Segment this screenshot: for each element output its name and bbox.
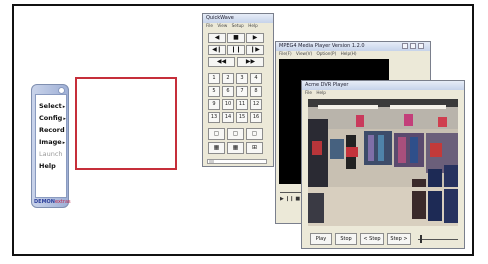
layout-single-3-button[interactable]: ▢ [246, 128, 263, 140]
camera-3-button[interactable]: 3 [236, 73, 248, 84]
camera-1-button[interactable]: 1 [208, 73, 220, 84]
stop-button[interactable]: ■ [227, 33, 245, 43]
layout-grid-16-button[interactable]: ⊞ [246, 142, 263, 154]
menu-view[interactable]: View(V) [296, 51, 312, 56]
camera-14-button[interactable]: 14 [222, 112, 234, 123]
fast-rewind-button[interactable]: ◀◀ [208, 57, 235, 67]
acme-menubar: File Help [302, 90, 464, 96]
mpeg4-menubar: File(F) View(V) Option(P) Help(H) [276, 51, 430, 57]
camera-8-button[interactable]: 8 [250, 86, 262, 97]
seek-slider[interactable] [418, 239, 458, 240]
camera-2-button[interactable]: 2 [222, 73, 234, 84]
stop-button[interactable]: Stop [335, 233, 357, 245]
seek-slider-knob[interactable] [420, 235, 422, 243]
drop-target-area [75, 77, 177, 170]
rewind-button[interactable]: ◀ [208, 33, 226, 43]
acme-titlebar[interactable]: Acme DVR Player [302, 81, 464, 90]
menu-select[interactable]: Select▸ [39, 102, 65, 110]
quickwave-window: QuickWave File View Setup Help ◀ ■ ▶ ◀❙ … [202, 13, 274, 167]
menu-view[interactable]: View [217, 23, 227, 28]
menu-help[interactable]: Help [316, 90, 326, 95]
brand-logo: DEMONextras [34, 199, 71, 205]
submenu-arrow-icon: ▸ [62, 140, 66, 146]
menu-record[interactable]: Record [39, 126, 65, 134]
maximize-icon[interactable] [410, 43, 416, 49]
quickwave-scrollbar[interactable] [207, 159, 267, 164]
launcher-grip-icon[interactable] [58, 87, 65, 94]
camera-15-button[interactable]: 15 [236, 112, 248, 123]
camera-11-button[interactable]: 11 [236, 99, 248, 110]
camera-12-button[interactable]: 12 [250, 99, 262, 110]
quickwave-menubar: File View Setup Help [203, 23, 273, 29]
submenu-arrow-icon: ▸ [62, 104, 66, 110]
layout-single-2-button[interactable]: ▢ [227, 128, 244, 140]
play-button[interactable]: Play [310, 233, 332, 245]
camera-6-button[interactable]: 6 [222, 86, 234, 97]
play-button[interactable]: ▶ [246, 33, 264, 43]
camera-16-button[interactable]: 16 [250, 112, 262, 123]
step-back-button[interactable]: < Step [360, 233, 384, 245]
menu-help[interactable]: Help(H) [341, 51, 357, 56]
minimize-icon[interactable] [402, 43, 408, 49]
menu-file[interactable]: File [305, 90, 312, 95]
menu-help[interactable]: Help [39, 162, 56, 170]
camera-video-frame [308, 99, 458, 226]
launcher-panel: Select▸ Config▸ Record Image▸ Launch Hel… [31, 84, 71, 208]
step-forward-button[interactable]: ❙▶ [246, 45, 264, 55]
launcher-menu: Select▸ Config▸ Record Image▸ Launch Hel… [35, 94, 67, 198]
camera-10-button[interactable]: 10 [222, 99, 234, 110]
acme-dvr-window: Acme DVR Player File Help Play Stop < St… [301, 80, 465, 249]
submenu-arrow-icon: ▸ [63, 116, 66, 122]
camera-9-button[interactable]: 9 [208, 99, 220, 110]
menu-launch: Launch [39, 150, 63, 158]
menu-help[interactable]: Help [248, 23, 258, 28]
camera-4-button[interactable]: 4 [250, 73, 262, 84]
menu-file[interactable]: File [206, 23, 213, 28]
step-forward-button[interactable]: Step > [387, 233, 411, 245]
layout-single-button[interactable]: ▢ [208, 128, 225, 140]
scroll-thumb[interactable] [209, 160, 214, 163]
menu-option[interactable]: Option(P) [316, 51, 336, 56]
menu-file[interactable]: File(F) [279, 51, 292, 56]
close-icon[interactable] [418, 43, 424, 49]
layout-grid-4-button[interactable]: ▦ [208, 142, 225, 154]
camera-13-button[interactable]: 13 [208, 112, 220, 123]
menu-config[interactable]: Config▸ [39, 114, 66, 122]
camera-7-button[interactable]: 7 [236, 86, 248, 97]
pause-button[interactable]: ❙❙ [227, 45, 245, 55]
camera-5-button[interactable]: 5 [208, 86, 220, 97]
layout-grid-9-button[interactable]: ▦ [227, 142, 244, 154]
quickwave-titlebar[interactable]: QuickWave [203, 14, 273, 23]
store-scene-image [308, 99, 458, 226]
menu-setup[interactable]: Setup [232, 23, 244, 28]
step-back-button[interactable]: ◀❙ [208, 45, 226, 55]
menu-image[interactable]: Image▸ [39, 138, 65, 146]
fast-forward-button[interactable]: ▶▶ [237, 57, 264, 67]
